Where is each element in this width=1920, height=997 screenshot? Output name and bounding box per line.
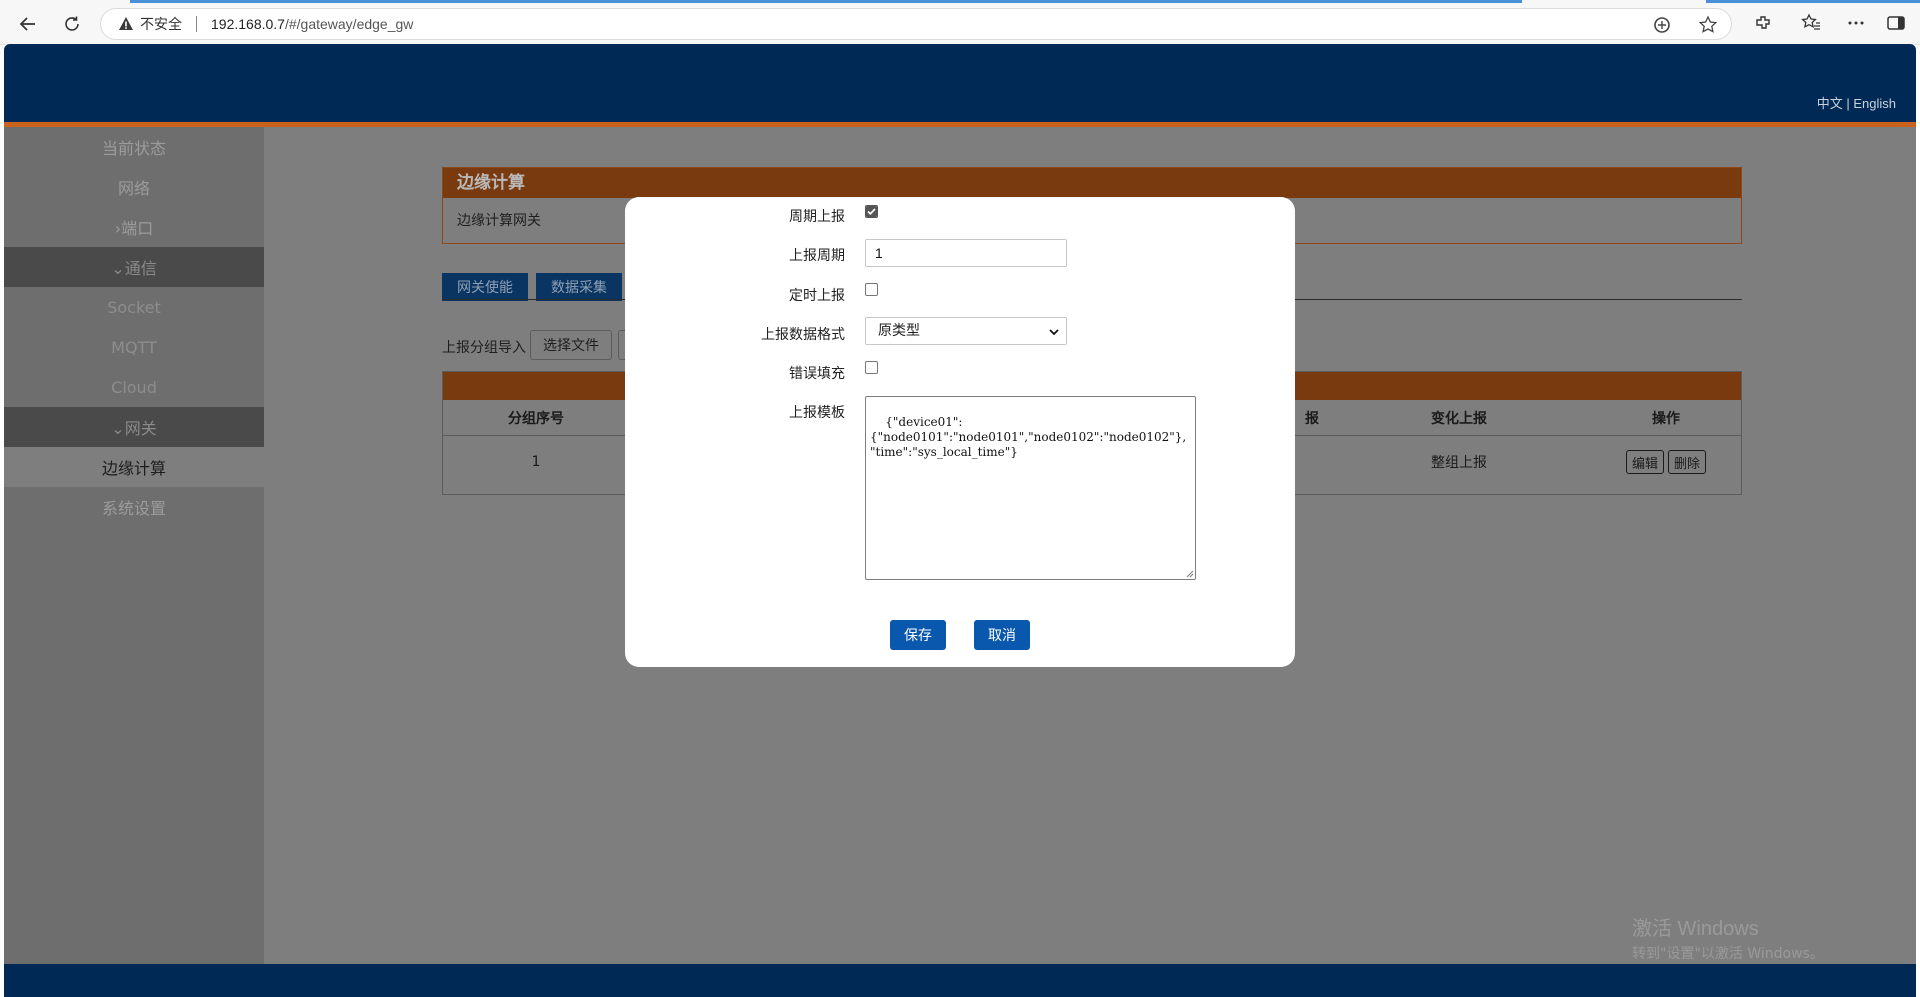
report-period-label: 上报周期 [789,248,845,264]
sidebar-item-cloud[interactable]: Cloud [4,367,264,407]
insecure-label: 不安全 [140,16,182,32]
address-bar[interactable]: 不安全 192.168.0.7/#/gateway/edge_gw [100,8,1732,40]
error-fill-checkbox[interactable] [865,361,878,374]
url-host: 192.168.0.7 [211,16,285,32]
loading-strip [130,0,1522,3]
column-header: 操作 [1652,410,1680,427]
reload-icon[interactable] [58,10,86,38]
sidebar-item-mqtt[interactable]: MQTT [4,327,264,367]
checkmark-icon [866,206,877,217]
favorites-icon[interactable] [1801,13,1821,33]
cancel-button[interactable]: 取消 [974,620,1030,650]
report-format-label: 上报数据格式 [761,327,845,343]
sidebar-item-gateway[interactable]: ⌄网关 [4,407,264,447]
report-config-dialog: 周期上报 上报周期 1 定时上报 上报数据格式 原类型 错误填充 上报模板 {"… [625,197,1295,667]
report-template-label: 上报模板 [789,405,845,421]
error-fill-label: 错误填充 [789,366,845,382]
report-format-select[interactable]: 原类型 [865,317,1067,345]
periodic-report-checkbox[interactable] [865,205,878,218]
more-options-icon[interactable] [1846,13,1866,33]
lang-en-link[interactable]: English [1853,96,1896,111]
group-index: 1 [531,454,541,470]
report-period-input[interactable]: 1 [865,239,1067,267]
language-switch: 中文 | English [1817,93,1896,112]
lang-zh-link[interactable]: 中文 [1817,96,1843,111]
delete-button[interactable]: 删除 [1668,450,1707,474]
browser-toolbar: 不安全 192.168.0.7/#/gateway/edge_gw [0,0,1920,45]
resize-grip-icon[interactable] [1186,570,1194,578]
lang-separator: | [1842,96,1854,111]
windows-activation-watermark: 激活 Windows 转到"设置"以激活 Windows。 [1632,912,1824,963]
extensions-icon[interactable] [1753,13,1773,33]
app-footer [4,964,1916,997]
edit-button[interactable]: 编辑 [1625,450,1664,474]
periodic-report-label: 周期上报 [789,209,845,225]
back-icon[interactable] [14,10,42,38]
row-actions: 编辑 删除 [1591,436,1741,488]
sidebar-item-status[interactable]: 当前状态 [4,127,264,167]
sidebar-item-port[interactable]: ›端口 [4,207,264,247]
address-separator [196,16,197,32]
sidebar: 当前状态 网络 ›端口 ⌄通信 Socket MQTT Cloud ⌄网关 边缘… [4,127,264,964]
panel-title: 边缘计算 [443,168,1741,198]
sidebar-toggle-icon[interactable] [1886,13,1906,33]
import-label: 上报分组导入 [442,340,526,356]
save-button[interactable]: 保存 [890,620,946,650]
report-template-textarea[interactable]: {"device01": {"node0101":"node0101","nod… [865,396,1196,580]
watermark-line2: 转到"设置"以激活 Windows。 [1632,946,1824,962]
loading-strip [1706,0,1920,3]
tab-data-collection[interactable]: 数据采集 [536,273,622,301]
column-header: 分组序号 [508,410,564,427]
watermark-line1: 激活 Windows [1632,918,1759,940]
chevron-down-icon [1049,329,1059,336]
app-header [4,44,1916,122]
column-header: 变化上报 [1431,410,1487,427]
tab-gateway-enable[interactable]: 网关使能 [442,273,528,301]
warning-icon [119,17,133,30]
url-path: /#/gateway/edge_gw [284,16,414,32]
report-format-value: 原类型 [878,323,920,339]
sidebar-item-communication[interactable]: ⌄通信 [4,247,264,287]
timed-report-label: 定时上报 [789,288,845,304]
favorite-star-icon[interactable] [1698,15,1718,35]
timed-report-checkbox[interactable] [865,283,878,296]
report-template-text: {"device01": {"node0101":"node0101","nod… [870,415,1187,459]
sidebar-item-network[interactable]: 网络 [4,167,264,207]
sidebar-item-system-settings[interactable]: 系统设置 [4,487,264,527]
sidebar-item-edge-computing[interactable]: 边缘计算 [4,447,264,487]
translate-icon[interactable] [1652,15,1672,35]
sidebar-item-socket[interactable]: Socket [4,287,264,327]
choose-file-button[interactable]: 选择文件 [530,330,612,360]
change-report-value: 整组上报 [1431,455,1487,471]
